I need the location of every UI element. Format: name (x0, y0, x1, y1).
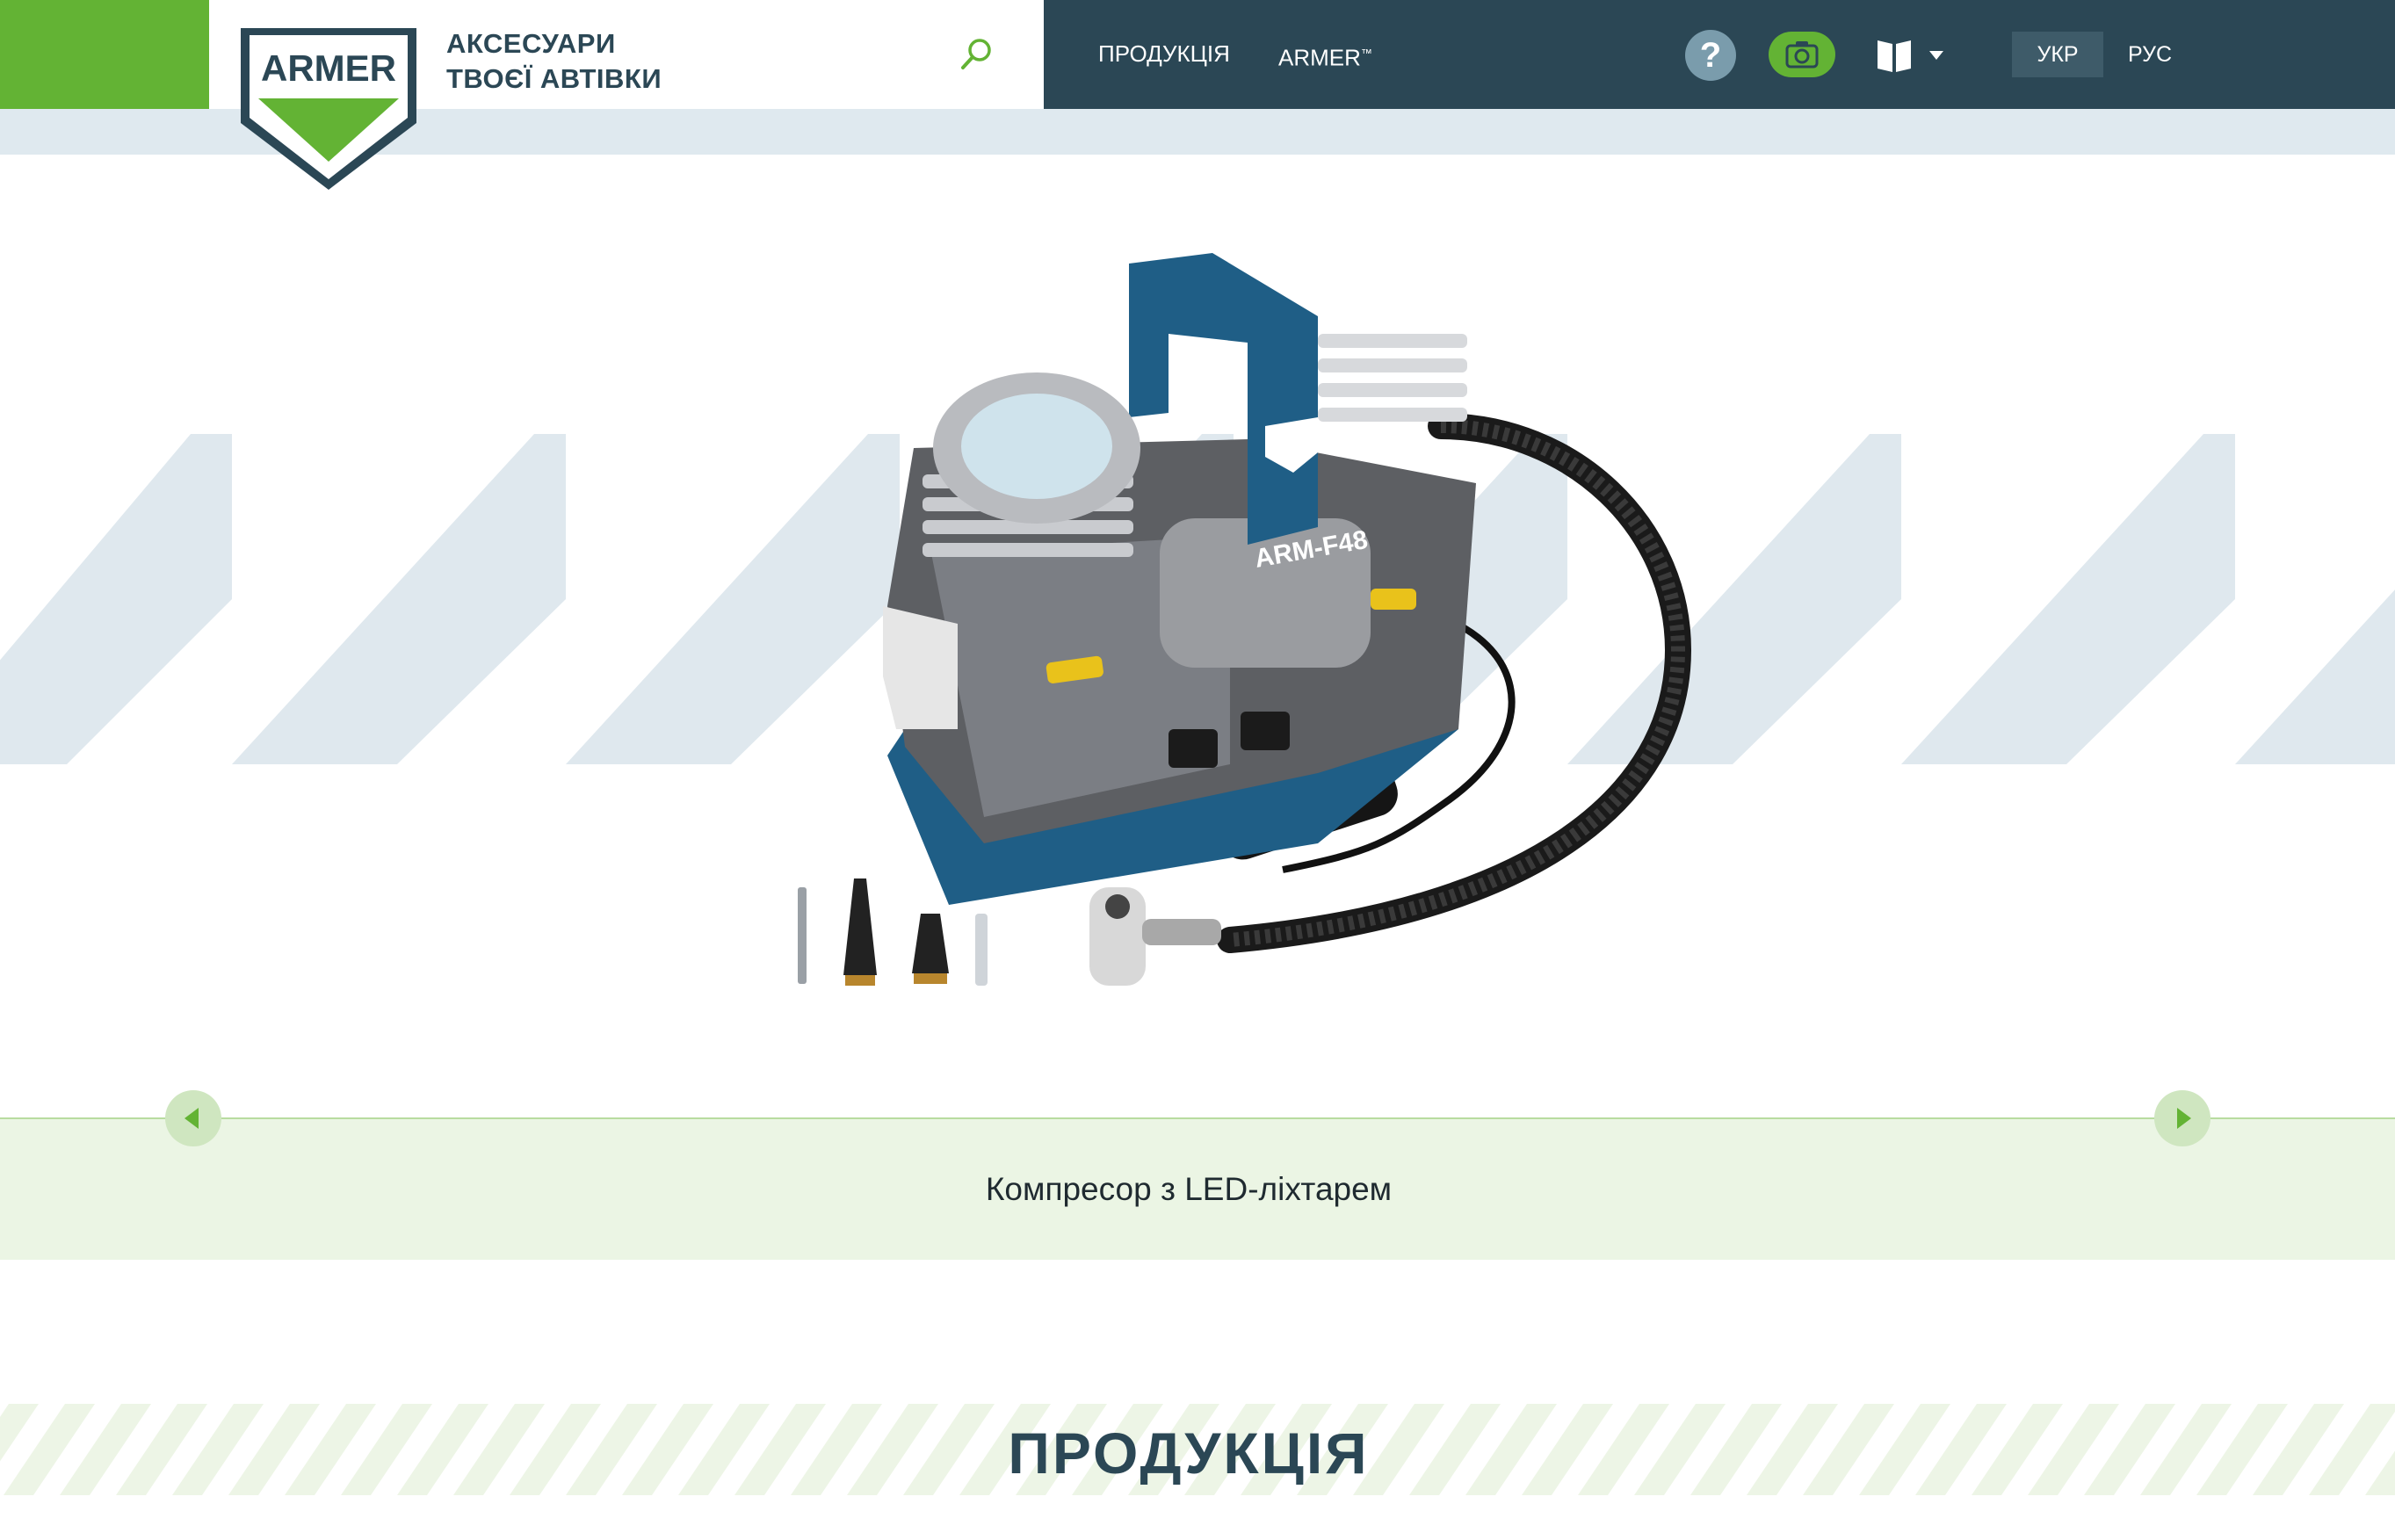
armer-logo[interactable]: ARMER (237, 25, 420, 193)
chevron-down-icon (1929, 51, 1943, 60)
slider-prev-button[interactable] (165, 1090, 221, 1146)
nav-products-link[interactable]: ПРОДУКЦІЯ (1098, 39, 1230, 69)
compressor-illustration: ARM-F48 (798, 253, 1692, 986)
nav-armer-link[interactable]: ARMER™ (1278, 39, 1372, 73)
help-button[interactable]: ? (1685, 30, 1736, 81)
catalog-icons (1878, 40, 1943, 72)
catalog-dropdown[interactable] (1875, 35, 1949, 76)
header-green-block (0, 0, 209, 109)
logo-text: ARMER (261, 47, 396, 89)
arrow-left-icon (185, 1108, 199, 1129)
language-rus-button[interactable]: РУС (2109, 32, 2191, 77)
slide-caption: Компресор з LED-ліхтарем (985, 1171, 1393, 1207)
search-icon (961, 39, 991, 69)
armer-shield-icon: ARMER (241, 28, 416, 190)
tagline-line-2: ТВОЄЇ АВТІВКИ (446, 63, 662, 94)
compressor-product-image[interactable]: ARM-F48 (756, 237, 1704, 1010)
help-icon: ? (1699, 36, 1722, 75)
tagline-line-1: АКСЕСУАРИ (446, 28, 616, 59)
camera-button[interactable] (1769, 32, 1835, 77)
trademark-mark: ™ (1360, 47, 1372, 60)
book-icon (1878, 40, 1911, 72)
arrow-right-icon (2177, 1108, 2191, 1129)
site-tagline: АКСЕСУАРИ ТВОЄЇ АВТІВКИ (446, 26, 662, 97)
language-ukr-button[interactable]: УКР (2012, 32, 2103, 77)
slider-next-button[interactable] (2154, 1090, 2210, 1146)
camera-icon (1785, 41, 1819, 69)
nav-armer-label: ARMER (1278, 44, 1361, 71)
search-button[interactable] (958, 35, 996, 74)
products-section-title: ПРОДУКЦІЯ (1008, 1421, 1370, 1486)
